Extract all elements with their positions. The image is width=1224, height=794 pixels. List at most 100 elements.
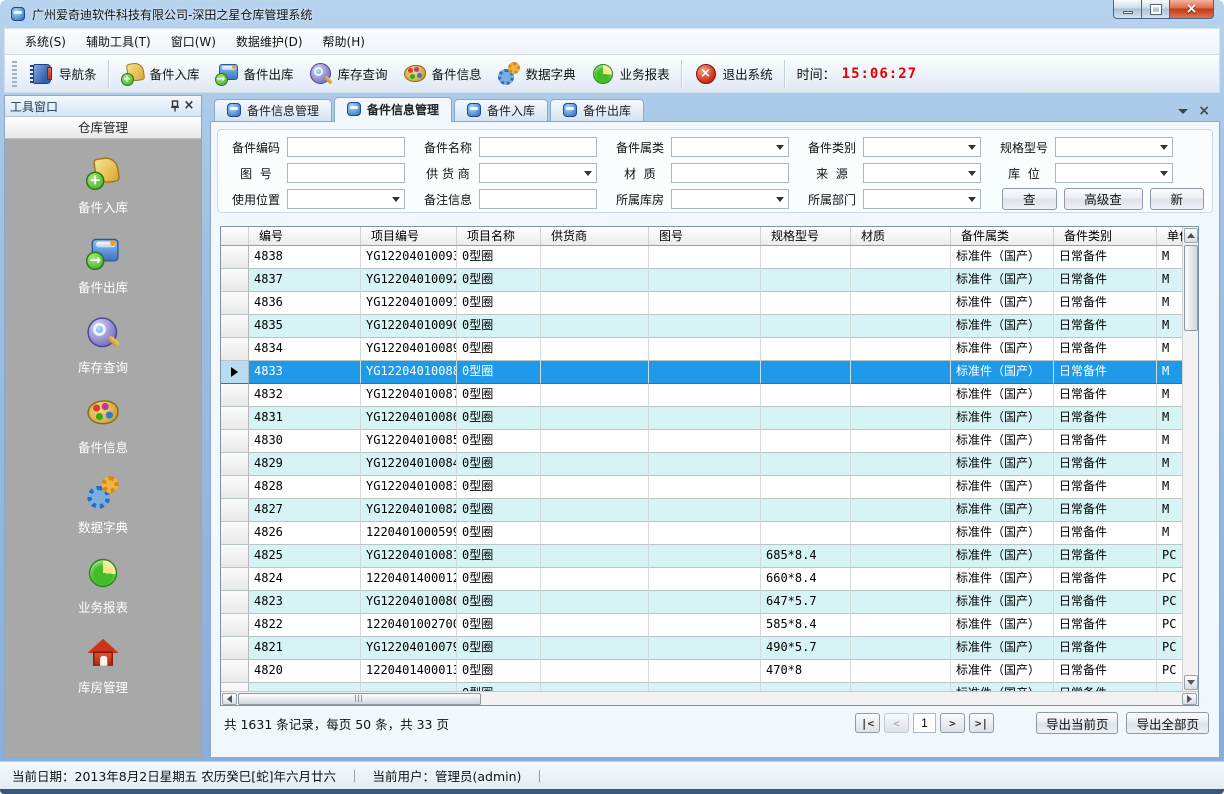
horizontal-scrollbar[interactable] xyxy=(221,691,1198,705)
column-header-id[interactable]: 编号 xyxy=(249,227,361,245)
row-indicator[interactable] xyxy=(221,430,249,453)
row-indicator[interactable] xyxy=(221,407,249,430)
table-row[interactable]: 482412204014000120型圈660*8.4标准件（国产）日常备件PC xyxy=(221,568,1182,591)
table-row[interactable]: 4832YG122040100870型圈标准件（国产）日常备件M xyxy=(221,384,1182,407)
page-number-input[interactable] xyxy=(913,713,936,733)
row-indicator[interactable] xyxy=(221,338,249,361)
scroll-left-arrow-icon[interactable] xyxy=(222,693,237,705)
table-row[interactable]: 4835YG122040100900型圈标准件（国产）日常备件M xyxy=(221,315,1182,338)
usage-position-select[interactable] xyxy=(287,189,405,209)
toolbar-button-stock-out[interactable]: →备件出库 xyxy=(207,59,301,89)
prev-page-button[interactable]: < xyxy=(884,713,909,733)
location-select[interactable] xyxy=(1055,163,1173,183)
row-indicator[interactable] xyxy=(221,361,249,384)
vertical-scrollbar[interactable] xyxy=(1182,227,1198,691)
sidebar-item-parts-info[interactable]: 备件信息 xyxy=(5,393,201,456)
new-button[interactable]: 新建 xyxy=(1150,188,1205,210)
sidebar-item-data-dictionary[interactable]: 数据字典 xyxy=(5,473,201,536)
pin-icon[interactable] xyxy=(168,97,182,116)
row-indicator[interactable] xyxy=(221,568,249,591)
table-row[interactable]: 4830YG122040100850型圈标准件（国产）日常备件M xyxy=(221,430,1182,453)
table-row[interactable]: 4821YG122040100790型圈490*5.7标准件（国产）日常备件PC xyxy=(221,637,1182,660)
advanced-query-button[interactable]: 高级查询 xyxy=(1064,188,1143,210)
export-current-page-button[interactable]: 导出当前页 xyxy=(1036,712,1119,734)
material-input[interactable] xyxy=(671,163,789,183)
table-row[interactable]: 4831YG122040100860型圈标准件（国产）日常备件M xyxy=(221,407,1182,430)
department-select[interactable] xyxy=(863,189,981,209)
part-code-input[interactable] xyxy=(287,137,405,157)
table-row[interactable]: 4827YG122040100820型圈标准件（国产）日常备件M xyxy=(221,499,1182,522)
row-indicator[interactable] xyxy=(221,522,249,545)
menu-item-aux-tools[interactable]: 辅助工具(T) xyxy=(76,29,161,54)
vertical-scroll-thumb[interactable] xyxy=(1184,245,1198,331)
row-indicator[interactable] xyxy=(221,591,249,614)
sidebar-item-inventory-query[interactable]: 库存查询 xyxy=(5,313,201,376)
row-indicator[interactable] xyxy=(221,453,249,476)
row-indicator[interactable] xyxy=(221,315,249,338)
menu-item-window[interactable]: 窗口(W) xyxy=(161,29,226,54)
maximize-button[interactable] xyxy=(1142,0,1169,19)
sidebar-item-business-report[interactable]: 业务报表 xyxy=(5,553,201,616)
table-row[interactable]: 4829YG122040100840型圈标准件（国产）日常备件M xyxy=(221,453,1182,476)
table-row[interactable]: 4825YG122040100810型圈685*8.4标准件（国产）日常备件PC xyxy=(221,545,1182,568)
sidebar-item-stock-in[interactable]: +备件入库 xyxy=(5,153,201,216)
part-name-input[interactable] xyxy=(479,137,597,157)
toolbar-button-data-dictionary[interactable]: 数据字典 xyxy=(489,59,583,89)
table-row[interactable]: 4823YG122040100800型圈647*5.7标准件（国产）日常备件PC xyxy=(221,591,1182,614)
sidebar-item-stock-out[interactable]: →备件出库 xyxy=(5,233,201,296)
table-row[interactable]: 4837YG122040100920型圈标准件（国产）日常备件M xyxy=(221,269,1182,292)
row-indicator[interactable] xyxy=(221,246,249,269)
close-button[interactable]: × xyxy=(1169,0,1214,19)
row-indicator[interactable] xyxy=(221,499,249,522)
tab-close-icon[interactable]: × xyxy=(1198,105,1210,117)
toolbar-button-business-report[interactable]: 业务报表 xyxy=(583,59,677,89)
drawing-no-input[interactable] xyxy=(287,163,405,183)
sidebar-section-warehouse[interactable]: 仓库管理 xyxy=(5,117,201,139)
table-row[interactable]: 482012204014000130型圈470*8标准件（国产）日常备件PC xyxy=(221,660,1182,683)
table-row[interactable]: 4828YG122040100830型圈标准件（国产）日常备件M xyxy=(221,476,1182,499)
tab-parts-info-mgmt-2[interactable]: 备件信息管理 xyxy=(334,97,452,122)
table-row[interactable]: 4834YG122040100890型圈标准件（国产）日常备件M xyxy=(221,338,1182,361)
table-row[interactable]: 482212204010027000型圈585*8.4标准件（国产）日常备件PC xyxy=(221,614,1182,637)
title-bar[interactable]: 广州爱奇迪软件科技有限公司-深田之星仓库管理系统 × xyxy=(4,0,1220,28)
row-indicator[interactable] xyxy=(221,292,249,315)
table-row[interactable]: 0型圈标准件（国产）日常备件 xyxy=(221,683,1182,691)
toolbar-button-stock-in[interactable]: +备件入库 xyxy=(113,59,207,89)
first-page-button[interactable]: |< xyxy=(855,713,880,733)
table-row[interactable]: 4838YG122040100930型圈标准件（国产）日常备件M xyxy=(221,246,1182,269)
toolbar-button-exit-system[interactable]: ×退出系统 xyxy=(686,59,780,89)
table-row[interactable]: 4836YG122040100910型圈标准件（国产）日常备件M xyxy=(221,292,1182,315)
tab-stock-in[interactable]: 备件入库 xyxy=(454,99,548,121)
part-category-select[interactable] xyxy=(671,137,789,157)
sidebar-close-icon[interactable]: × xyxy=(182,99,196,113)
scroll-up-arrow-icon[interactable] xyxy=(1184,228,1198,243)
menu-item-system[interactable]: 系统(S) xyxy=(15,29,76,54)
remark-input[interactable] xyxy=(479,189,597,209)
column-header-supplier[interactable]: 供货商 xyxy=(541,227,649,245)
row-indicator[interactable] xyxy=(221,384,249,407)
tab-stock-out[interactable]: 备件出库 xyxy=(550,99,644,121)
column-header-type[interactable]: 备件类别 xyxy=(1054,227,1157,245)
menu-item-help[interactable]: 帮助(H) xyxy=(313,29,375,54)
column-header-drawing_no[interactable]: 图号 xyxy=(649,227,761,245)
toolbar-button-navigator[interactable]: 导航条 xyxy=(22,59,104,89)
toolbar-button-parts-info[interactable]: 备件信息 xyxy=(395,59,489,89)
table-row[interactable]: 4833YG122040100880型圈标准件（国产）日常备件M xyxy=(221,361,1182,384)
tab-list-dropdown-icon[interactable] xyxy=(1178,109,1188,114)
row-indicator[interactable] xyxy=(221,637,249,660)
column-header-project_name[interactable]: 项目名称 xyxy=(457,227,541,245)
table-row[interactable]: 482612204010005990型圈标准件（国产）日常备件M xyxy=(221,522,1182,545)
supplier-select[interactable] xyxy=(479,163,597,183)
last-page-button[interactable]: >| xyxy=(969,713,994,733)
splitter[interactable] xyxy=(202,95,210,758)
next-page-button[interactable]: > xyxy=(940,713,965,733)
horizontal-scroll-thumb[interactable] xyxy=(238,693,481,705)
column-header-unit[interactable]: 单位 xyxy=(1157,227,1182,245)
row-indicator[interactable] xyxy=(221,545,249,568)
sidebar-item-warehouse-mgmt[interactable]: 库房管理 xyxy=(5,633,201,696)
column-header-material[interactable]: 材质 xyxy=(851,227,951,245)
row-indicator[interactable] xyxy=(221,614,249,637)
row-indicator[interactable] xyxy=(221,660,249,683)
column-header-spec[interactable]: 规格型号 xyxy=(761,227,851,245)
warehouse-select[interactable] xyxy=(671,189,789,209)
